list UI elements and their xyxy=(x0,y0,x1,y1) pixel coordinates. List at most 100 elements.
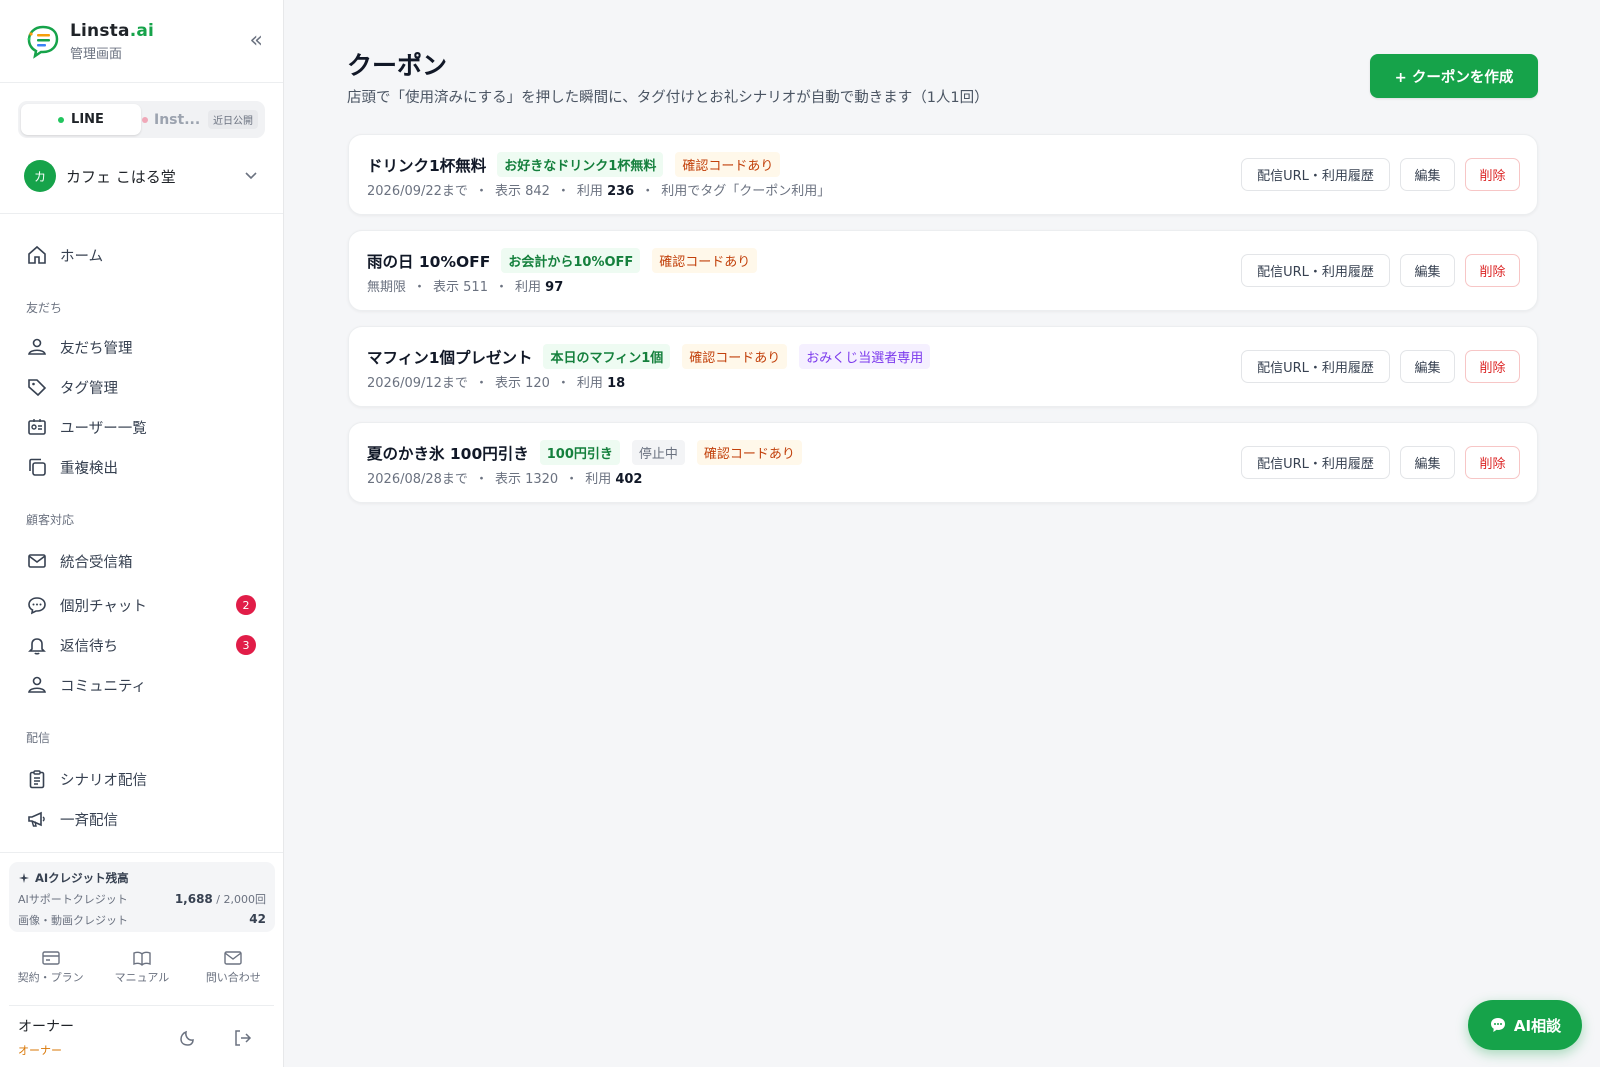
coupon-tag: お会計から10%OFF xyxy=(501,248,641,273)
edit-button[interactable]: 編集 xyxy=(1400,350,1455,383)
book-icon xyxy=(133,951,151,966)
channel-line-tab[interactable]: LINE xyxy=(21,104,141,135)
coupon-tag: 確認コードあり xyxy=(682,344,788,369)
sidebar-footer-links: 契約・プラン マニュアル 問い合わせ xyxy=(0,950,284,985)
coupon-uses-label: 利用 xyxy=(515,280,542,295)
edit-button[interactable]: 編集 xyxy=(1400,254,1455,287)
ai-consult-button[interactable]: AI相談 xyxy=(1468,1000,1582,1050)
delete-button[interactable]: 削除 xyxy=(1465,446,1520,479)
waiting-count-badge: 3 xyxy=(236,635,256,655)
coupon-expiry: 無期限 xyxy=(367,280,407,295)
coupon-uses-count: 236 xyxy=(607,184,635,199)
sidebar-nav: ホーム 友だち 友だち管理 タグ管理 ユーザー一覧 重複検出 顧客対応 統合受信… xyxy=(0,235,283,852)
shop-name: カフェ こはる堂 xyxy=(66,167,176,186)
logout-icon[interactable] xyxy=(232,1028,252,1048)
coupon-card: 夏のかき氷 100円引き 100円引き 停止中 確認コードあり 2026/08/28まで… xyxy=(348,422,1538,503)
coupon-tag: 停止中 xyxy=(631,440,685,465)
community-icon xyxy=(28,676,46,693)
brand-name: Linsta.ai xyxy=(70,20,155,41)
shop-selector[interactable]: カ カフェ こはる堂 xyxy=(24,158,263,194)
sidebar-item-friends[interactable]: 友だち管理 xyxy=(0,327,283,367)
collapse-sidebar-icon[interactable]: « xyxy=(250,28,263,53)
sidebar-item-chat[interactable]: 個別チャット 2 xyxy=(0,585,283,625)
sidebar-item-inbox[interactable]: 統合受信箱 xyxy=(0,541,283,581)
mail-icon xyxy=(224,951,243,965)
sidebar-item-broadcast[interactable]: 一斉配信 xyxy=(0,799,283,839)
edit-button[interactable]: 編集 xyxy=(1400,446,1455,479)
sidebar-item-home[interactable]: ホーム xyxy=(0,235,283,275)
channel-instagram-tab[interactable]: Inst... xyxy=(142,112,200,128)
nav-section-delivery: 配信 xyxy=(26,730,51,745)
contact-link[interactable]: 問い合わせ xyxy=(188,950,278,985)
ai-credits-panel: AIクレジット残高 AIサポートクレジット 1,688 / 2,000回 画像・… xyxy=(9,862,275,932)
url-history-button[interactable]: 配信URL・利用履歴 xyxy=(1241,350,1390,383)
shop-avatar: カ xyxy=(24,160,56,192)
sidebar-item-waiting[interactable]: 返信待ち 3 xyxy=(0,625,283,665)
page-subtitle: 店頭で「使用済みにする」を押した瞬間に、タグ付けとお礼シナリオが自動で動きます（… xyxy=(347,90,989,106)
chevron-down-icon xyxy=(245,172,257,180)
moon-icon[interactable] xyxy=(178,1028,198,1048)
id-card-icon xyxy=(28,419,46,435)
media-credit-label: 画像・動画クレジット xyxy=(18,914,128,927)
plan-link[interactable]: 契約・プラン xyxy=(6,950,96,985)
manual-link[interactable]: マニュアル xyxy=(97,950,187,985)
coupon-uses-label: 利用 xyxy=(585,472,612,487)
media-credit-value: 42 xyxy=(249,912,266,926)
sidebar: Linsta.ai 管理画面 « LINE Inst... 近日公開 カ カフェ… xyxy=(0,0,284,1067)
channel-toggle: LINE Inst... 近日公開 xyxy=(18,101,265,138)
nav-section-support: 顧客対応 xyxy=(26,512,75,527)
coupon-expiry: 2026/09/22まで xyxy=(367,184,468,199)
url-history-button[interactable]: 配信URL・利用履歴 xyxy=(1241,254,1390,287)
coupon-tag: 確認コードあり xyxy=(652,248,758,273)
brand-header: Linsta.ai 管理画面 « xyxy=(0,0,283,83)
coupon-views: 表示 842 xyxy=(494,184,550,199)
delete-button[interactable]: 削除 xyxy=(1465,350,1520,383)
chat-count-badge: 2 xyxy=(236,595,256,615)
coupon-tag: 100円引き xyxy=(539,440,620,465)
bell-icon xyxy=(28,638,46,655)
brand-subtitle: 管理画面 xyxy=(70,46,123,62)
sidebar-item-duplicates[interactable]: 重複検出 xyxy=(0,447,283,487)
coupon-extra-note: 利用でタグ「クーポン利用」 xyxy=(661,184,831,199)
coupon-tag: 確認コードあり xyxy=(675,152,781,177)
support-credit-value: 1,688 xyxy=(174,892,213,906)
coupon-title: 雨の日 10%OFF xyxy=(367,252,491,271)
home-icon xyxy=(28,245,46,264)
coupon-uses-count: 97 xyxy=(545,280,564,295)
coupon-card: ドリンク1杯無料 お好きなドリンク1杯無料 確認コードあり 2026/09/22まで・… xyxy=(348,134,1538,215)
coupon-card: マフィン1個プレゼント 本日のマフィン1個 確認コードあり おみくじ当選者専用 2026… xyxy=(348,326,1538,407)
url-history-button[interactable]: 配信URL・利用履歴 xyxy=(1241,446,1390,479)
page-title: クーポン xyxy=(347,51,448,80)
sparkle-icon xyxy=(19,873,29,883)
user-name: オーナー xyxy=(18,1019,74,1035)
sidebar-item-scenario[interactable]: シナリオ配信 xyxy=(0,759,283,799)
coming-soon-badge: 近日公開 xyxy=(208,110,258,129)
delete-button[interactable]: 削除 xyxy=(1465,158,1520,191)
nav-section-friends: 友だち xyxy=(26,300,63,315)
sidebar-item-community[interactable]: コミュニティ xyxy=(0,665,283,705)
coupon-meta: 無期限・表示 511 ・利用 97 xyxy=(367,280,564,295)
tag-icon xyxy=(28,379,47,397)
coupon-meta: 2026/09/22まで・表示 842 ・利用 236 ・利用でタグ「クーポン利用」 xyxy=(367,184,831,199)
copy-icon xyxy=(29,458,46,476)
brand-logo-icon xyxy=(27,25,59,59)
url-history-button[interactable]: 配信URL・利用履歴 xyxy=(1241,158,1390,191)
support-credit-label: AIサポートクレジット xyxy=(18,893,128,906)
sidebar-item-tags[interactable]: タグ管理 xyxy=(0,367,283,407)
delete-button[interactable]: 削除 xyxy=(1465,254,1520,287)
coupon-meta: 2026/08/28まで・表示 1320 ・利用 402 xyxy=(367,472,643,487)
coupon-meta: 2026/09/12まで・表示 120 ・利用 18 xyxy=(367,376,626,391)
coupon-expiry: 2026/08/28まで xyxy=(367,472,468,487)
coupon-tag: お好きなドリンク1杯無料 xyxy=(497,152,664,177)
create-coupon-button[interactable]: + クーポンを作成 xyxy=(1370,54,1538,98)
megaphone-icon xyxy=(28,811,45,827)
credit-card-icon xyxy=(41,951,60,965)
credits-title: AIクレジット残高 xyxy=(18,870,266,886)
sidebar-item-user-list[interactable]: ユーザー一覧 xyxy=(0,407,283,447)
users-icon xyxy=(28,338,46,355)
coupon-views: 表示 1320 xyxy=(494,472,559,487)
coupon-views: 表示 120 xyxy=(494,376,550,391)
edit-button[interactable]: 編集 xyxy=(1400,158,1455,191)
user-role: オーナー xyxy=(18,1044,62,1057)
coupon-card: 雨の日 10%OFF お会計から10%OFF 確認コードあり無期限・表示 511 ・利… xyxy=(348,230,1538,311)
